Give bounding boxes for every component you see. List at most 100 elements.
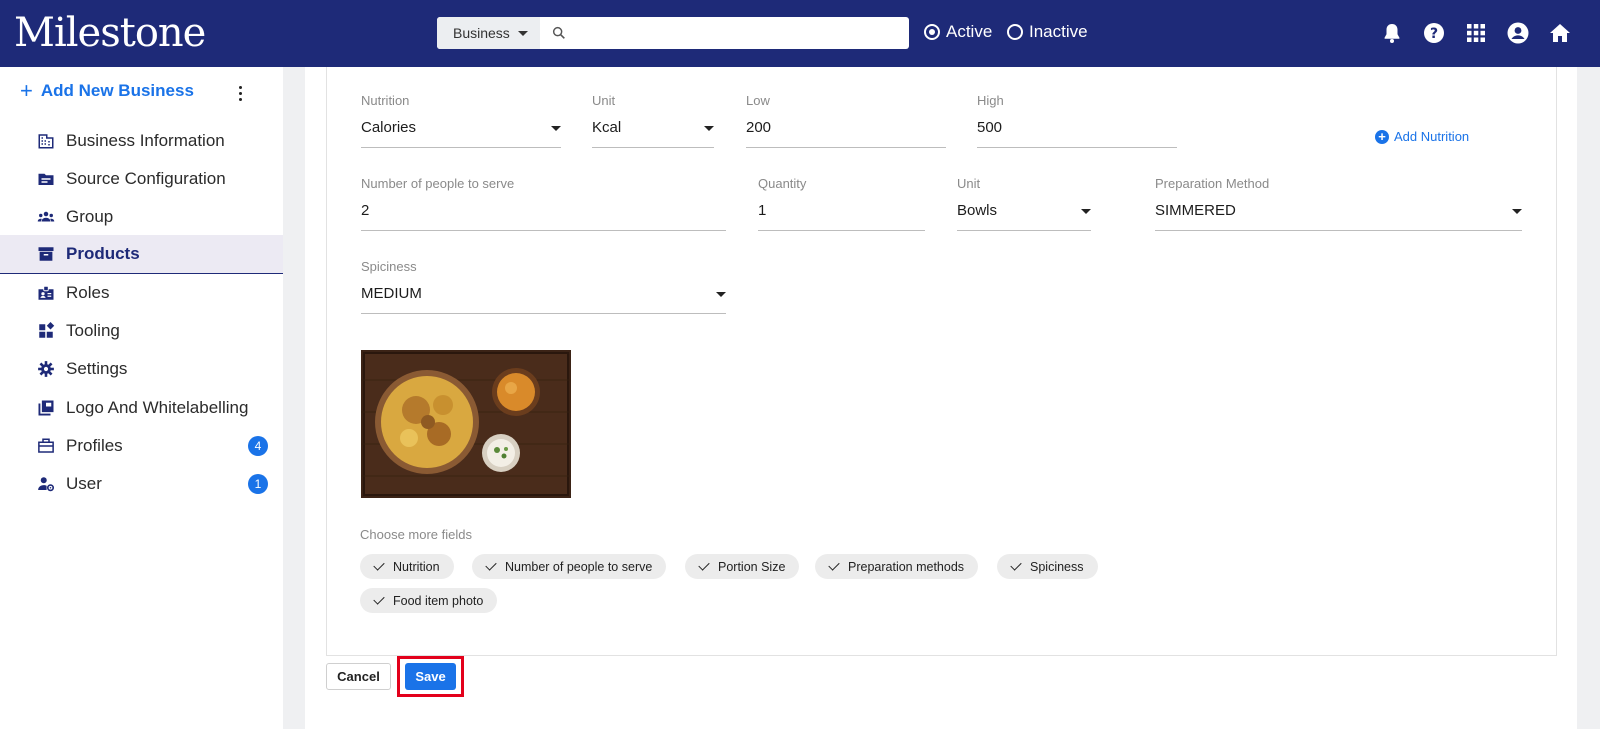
sidebar-item-user[interactable]: User [0, 464, 283, 503]
sidebar-item-group[interactable]: Group [0, 197, 283, 236]
gear-icon [38, 360, 54, 377]
cancel-button[interactable]: Cancel [326, 663, 391, 690]
account-circle-icon[interactable] [1506, 21, 1530, 45]
sidebar-item-label: Settings [66, 358, 128, 378]
bell-icon[interactable] [1380, 21, 1404, 45]
sidebar-item-tooling[interactable]: Tooling [0, 311, 283, 350]
radio-active[interactable]: Active [924, 22, 992, 42]
save-button[interactable]: Save [405, 663, 456, 690]
caret-down-icon [1081, 209, 1091, 214]
radio-inactive[interactable]: Inactive [1007, 22, 1088, 42]
chip-label: Portion Size [718, 559, 786, 574]
people-to-serve-input[interactable]: Number of people to serve 2 [361, 176, 726, 231]
library-icon [38, 400, 54, 415]
food-item-photo[interactable] [361, 350, 571, 498]
nutrition-value: Calories [361, 119, 417, 136]
chip-spiciness[interactable]: Spiciness [997, 554, 1098, 579]
quantity-label: Quantity [758, 176, 807, 191]
spiciness-label: Spiciness [361, 259, 417, 274]
high-label: High [977, 93, 1004, 108]
user-count-badge: 1 [248, 474, 268, 494]
add-new-business-label: Add New Business [40, 81, 194, 100]
nutrition-label: Nutrition [361, 93, 410, 108]
nutrition-unit-label: Unit [592, 93, 616, 108]
sidebar-item-label: Group [66, 206, 114, 226]
sidebar-item-products[interactable]: Products [0, 235, 283, 274]
add-circle-icon: + [1375, 129, 1389, 144]
sidebar-item-label: Tooling [66, 320, 120, 340]
folder-icon [38, 173, 54, 185]
check-icon [373, 559, 385, 571]
nutrition-unit-select[interactable]: Unit Kcal [592, 93, 714, 148]
sidebar-item-label: Business Information [66, 130, 225, 150]
low-input[interactable]: Low 200 [746, 93, 946, 148]
caret-down-icon [517, 30, 528, 36]
sidebar-item-settings[interactable]: Settings [0, 349, 283, 388]
chip-label: Preparation methods [848, 559, 965, 574]
check-icon [698, 559, 710, 571]
quantity-unit-label: Unit [957, 176, 981, 191]
sidebar-item-label: Logo And Whitelabelling [66, 397, 249, 417]
sidebar-item-business-information[interactable]: Business Information [0, 121, 283, 160]
quantity-input[interactable]: Quantity 1 [758, 176, 925, 231]
sidebar-item-label: Roles [66, 282, 110, 302]
sidebar-item-label: Source Configuration [66, 168, 226, 188]
sidebar-item-logo-and-whitelabelling[interactable]: Logo And Whitelabelling [0, 388, 283, 427]
nutrition-unit-value: Kcal [592, 119, 622, 136]
building-icon [38, 133, 54, 148]
sidebar-item-roles[interactable]: Roles [0, 273, 283, 312]
check-icon [485, 559, 497, 571]
sidebar-item-profiles[interactable]: Profiles [0, 426, 283, 465]
people-to-serve-value: 2 [361, 202, 370, 219]
sidebar-item-source-configuration[interactable]: Source Configuration [0, 159, 283, 198]
search-bar: Business [437, 17, 909, 49]
apps-grid-icon[interactable] [1464, 21, 1488, 45]
caret-down-icon [1512, 209, 1522, 214]
chip-preparation-methods[interactable]: Preparation methods [815, 554, 979, 579]
scrollbar[interactable] [1588, 67, 1600, 729]
chip-label: Nutrition [393, 559, 440, 574]
quantity-value: 1 [758, 202, 767, 219]
caret-down-icon [704, 126, 714, 131]
choose-more-fields-label: Choose more fields [360, 527, 472, 542]
chip-nutrition[interactable]: Nutrition [360, 554, 454, 579]
low-label: Low [746, 93, 770, 108]
search-icon [552, 26, 565, 39]
archive-icon [38, 247, 54, 261]
quantity-unit-select[interactable]: Unit Bowls [957, 176, 1091, 231]
search-input[interactable] [577, 21, 897, 45]
radio-unchecked-icon [1007, 24, 1023, 40]
plus-icon: + [20, 78, 33, 103]
search-type-label: Business [453, 25, 510, 41]
high-value: 500 [977, 119, 1003, 136]
preparation-method-value: SIMMERED [1155, 202, 1236, 219]
people-to-serve-label: Number of people to serve [361, 176, 515, 191]
chip-label: Number of people to serve [505, 559, 653, 574]
high-input[interactable]: High 500 [977, 93, 1177, 148]
nutrition-select[interactable]: Nutrition Calories [361, 93, 561, 148]
badge-icon [38, 285, 54, 300]
spiciness-value: MEDIUM [361, 285, 422, 302]
briefcase-icon [38, 438, 54, 453]
sidebar-item-label: User [66, 473, 102, 493]
more-vert-icon[interactable] [237, 86, 243, 102]
spiciness-select[interactable]: Spiciness MEDIUM [361, 259, 726, 314]
radio-checked-icon [924, 24, 940, 40]
home-icon[interactable] [1548, 21, 1572, 45]
chip-food-item-photo[interactable]: Food item photo [360, 588, 498, 613]
help-icon[interactable]: ? [1422, 21, 1446, 45]
quantity-unit-value: Bowls [957, 202, 998, 219]
caret-down-icon [716, 292, 726, 297]
search-type-dropdown[interactable]: Business [437, 17, 540, 49]
group-icon [37, 211, 55, 221]
sidebar-item-label: Products [66, 244, 140, 263]
check-icon [1010, 559, 1022, 571]
milestone-logo[interactable]: Milestone [14, 8, 206, 58]
add-new-business-button[interactable]: + Add New Business [20, 78, 194, 103]
add-nutrition-button[interactable]: + Add Nutrition [1375, 129, 1469, 144]
radio-inactive-label: Inactive [1029, 22, 1088, 41]
preparation-method-select[interactable]: Preparation Method SIMMERED [1155, 176, 1522, 231]
chip-number-of-people[interactable]: Number of people to serve [472, 554, 667, 579]
chip-portion-size[interactable]: Portion Size [685, 554, 800, 579]
sidebar: + Add New Business Business Information … [0, 67, 283, 729]
